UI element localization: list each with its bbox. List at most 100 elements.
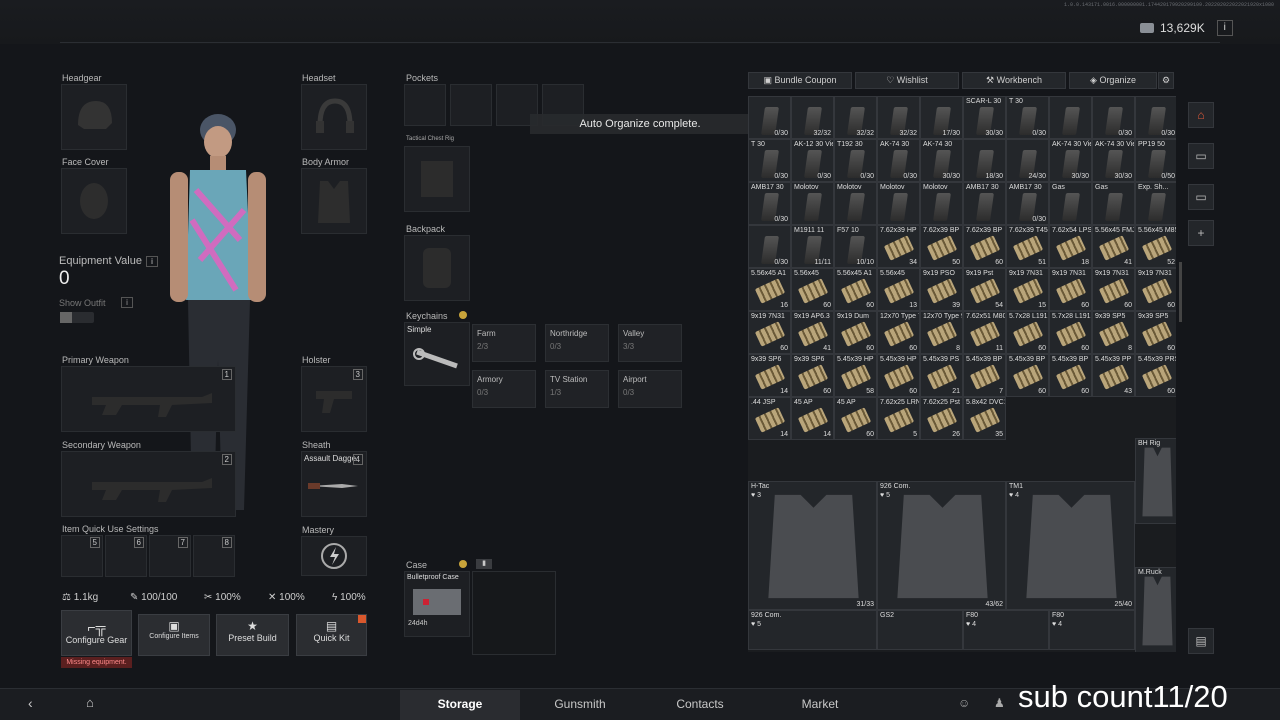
magazine-item[interactable]: 32/32	[791, 96, 834, 139]
friends-icon[interactable]: ☺	[958, 696, 970, 710]
magazine-item[interactable]: 17/30	[920, 96, 963, 139]
armor-item[interactable]: H-Tac ♥ 3 31/33	[748, 481, 877, 610]
ammo-item[interactable]: .44 JSP 14	[748, 397, 791, 440]
magazine-item[interactable]: Gas	[1049, 182, 1092, 225]
ammo-item[interactable]: 9x39 SP5 60	[1135, 311, 1176, 354]
ammo-item[interactable]: 7.62x39 T45M 51	[1006, 225, 1049, 268]
settings-button[interactable]: ⚙	[1158, 72, 1174, 89]
magazine-item[interactable]: AK-74 30 View 30/30	[1092, 139, 1135, 182]
primary-weapon-slot[interactable]: 1	[61, 366, 236, 432]
add-tab-button[interactable]: +	[1188, 220, 1214, 246]
magazine-item[interactable]: 0/30	[1092, 96, 1135, 139]
ammo-item[interactable]: 5.45x39 PP 43	[1092, 354, 1135, 397]
armor-item[interactable]: BH Rig	[1135, 438, 1176, 524]
ammo-item[interactable]: 9x19 PSO 39	[920, 268, 963, 311]
key-airport[interactable]: Airport 0/3	[618, 370, 682, 408]
ammo-item[interactable]: 7.62x39 BP 50	[920, 225, 963, 268]
stash-options-button[interactable]: ▤	[1188, 628, 1214, 654]
armor-item[interactable]: M.Ruck	[1135, 567, 1176, 652]
armor-item[interactable]: TM1 ♥ 4 25/40	[1006, 481, 1135, 610]
ammo-item[interactable]: 9x19 Pst 54	[963, 268, 1006, 311]
case-slot[interactable]: Bulletproof Case 24d4h	[404, 571, 470, 637]
secondary-weapon-slot[interactable]: 2	[61, 451, 236, 517]
home-icon[interactable]: ⌂	[86, 695, 94, 710]
ammo-item[interactable]: 45 AP 14	[791, 397, 834, 440]
ammo-item[interactable]: 9x39 SP6 14	[748, 354, 791, 397]
stash-grid[interactable]: 0/30 32/32 32/32 32/32 17/30 SCAR-L 30 30/30 T …	[748, 96, 1176, 652]
quick-use-slot[interactable]: 6	[105, 535, 147, 577]
ammo-item[interactable]: 5.7x28 L191 60	[1049, 311, 1092, 354]
magazine-item[interactable]: M1911 11 11/11	[791, 225, 834, 268]
ammo-item[interactable]: 12x70 Type 7 60	[877, 311, 920, 354]
ammo-item[interactable]: 12x70 Type 9 8	[920, 311, 963, 354]
magazine-item[interactable]: F57 10 10/10	[834, 225, 877, 268]
magazine-item[interactable]: AK-74 30 30/30	[920, 139, 963, 182]
mastery-button[interactable]	[301, 536, 367, 576]
magazine-item[interactable]: AK-74 30 View 30/30	[1049, 139, 1092, 182]
body-armor-slot[interactable]	[301, 168, 367, 234]
ammo-item[interactable]: 5.45x39 BP 7	[963, 354, 1006, 397]
configure-items-button[interactable]: ▣ Configure Items	[138, 614, 210, 656]
tab-market[interactable]: Market	[760, 690, 880, 720]
ammo-item[interactable]: 9x39 SP6 60	[791, 354, 834, 397]
keychain-slot[interactable]: Simple	[404, 322, 470, 386]
ammo-item[interactable]: 5.45x39 PS 21	[920, 354, 963, 397]
magazine-item[interactable]: Molotov	[920, 182, 963, 225]
magazine-item[interactable]: AMB17 30	[963, 182, 1006, 225]
quick-use-slot[interactable]: 5	[61, 535, 103, 577]
helmet-item[interactable]: F80 ♥ 4	[1049, 610, 1135, 650]
ammo-item[interactable]: 9x19 7N31 15	[1006, 268, 1049, 311]
helmet-item[interactable]: 926 Com. ♥ 5	[748, 610, 877, 650]
quick-kit-button[interactable]: ▤ Quick Kit	[296, 614, 367, 656]
workbench-button[interactable]: ⚒ Workbench	[962, 72, 1066, 89]
ammo-item[interactable]: 45 AP 60	[834, 397, 877, 440]
pin-icon[interactable]: ▮	[476, 559, 492, 569]
ammo-item[interactable]: 5.56x45 FMJ 41	[1092, 225, 1135, 268]
tab-contacts[interactable]: Contacts	[640, 690, 760, 720]
pocket-slot[interactable]	[404, 84, 446, 126]
ammo-item[interactable]: 7.62x54 LPS 18	[1049, 225, 1092, 268]
ammo-item[interactable]: 7.62x39 HP 34	[877, 225, 920, 268]
organize-button[interactable]: ◈ Organize	[1069, 72, 1157, 89]
ammo-item[interactable]: 5.45x39 HP 60	[877, 354, 920, 397]
ammo-item[interactable]: 5.56x45 A1 16	[748, 268, 791, 311]
ammo-item[interactable]: 5.56x45 M855 52	[1135, 225, 1176, 268]
ammo-item[interactable]: 5.56x45 A1 60	[834, 268, 877, 311]
magazine-item[interactable]: SCAR-L 30 30/30	[963, 96, 1006, 139]
magazine-item[interactable]: AMB17 30 0/30	[748, 182, 791, 225]
magazine-item[interactable]: Molotov	[877, 182, 920, 225]
back-icon[interactable]: ‹	[28, 695, 33, 711]
sheath-slot[interactable]: Assault Dagge 4	[301, 451, 367, 517]
key-northridge[interactable]: Northridge 0/3	[545, 324, 609, 362]
preset-build-button[interactable]: ★ Preset Build	[216, 614, 289, 656]
tab-gunsmith[interactable]: Gunsmith	[520, 690, 640, 720]
magazine-item[interactable]: 0/30	[1135, 96, 1176, 139]
armor-item[interactable]: 926 Com. ♥ 5 43/62	[877, 481, 1006, 610]
quick-use-slot[interactable]: 7	[149, 535, 191, 577]
scrollbar[interactable]	[1179, 262, 1182, 322]
ammo-item[interactable]: 9x19 7N31 60	[748, 311, 791, 354]
holster-slot[interactable]: 3	[301, 366, 367, 432]
magazine-item[interactable]: 0/30	[748, 96, 791, 139]
ammo-item[interactable]: 5.7x28 L191 60	[1006, 311, 1049, 354]
magazine-item[interactable]: Exp. Sh...	[1135, 182, 1176, 225]
wishlist-button[interactable]: ♡ Wishlist	[855, 72, 959, 89]
magazine-item[interactable]: AMB17 30 0/30	[1006, 182, 1049, 225]
outfit-toggle[interactable]	[60, 312, 94, 323]
headgear-slot[interactable]	[61, 84, 127, 150]
key-farm[interactable]: Farm 2/3	[472, 324, 536, 362]
ammo-item[interactable]: 9x39 SP5 8	[1092, 311, 1135, 354]
ammo-item[interactable]: 9x19 7N31 60	[1049, 268, 1092, 311]
magazine-item[interactable]: T192 30 0/30	[834, 139, 877, 182]
stash-tab-2[interactable]: ▭	[1188, 143, 1214, 169]
magazine-item[interactable]	[1049, 96, 1092, 139]
ammo-item[interactable]: 5.45x39 HP 58	[834, 354, 877, 397]
magazine-item[interactable]: AK-74 30 0/30	[877, 139, 920, 182]
ammo-item[interactable]: 5.45x39 PRS 60	[1135, 354, 1176, 397]
key-armory[interactable]: Armory 0/3	[472, 370, 536, 408]
magazine-item[interactable]: 24/30	[1006, 139, 1049, 182]
ammo-item[interactable]: 7.62x39 BP 60	[963, 225, 1006, 268]
magazine-item[interactable]: Molotov	[834, 182, 877, 225]
info-button[interactable]: i	[1216, 20, 1233, 36]
ammo-item[interactable]: 5.45x39 BP 60	[1006, 354, 1049, 397]
